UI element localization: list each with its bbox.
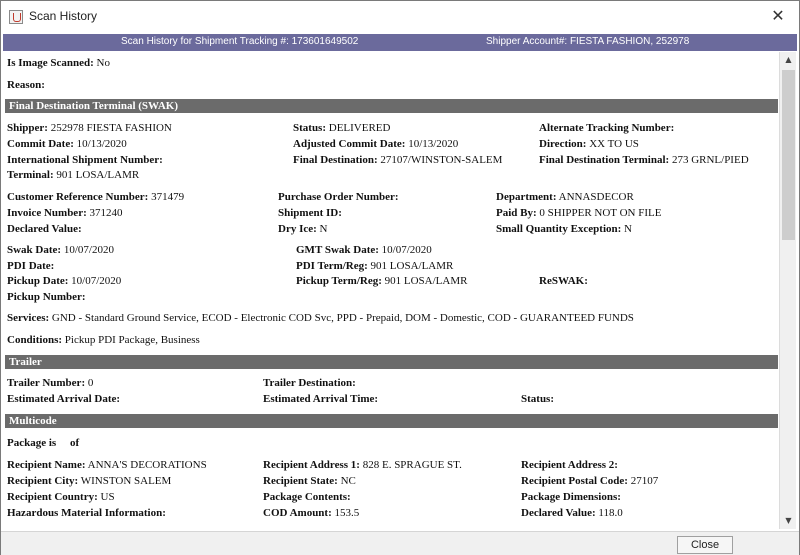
shipper-account-text: Shipper Account#: FIESTA FASHION, 252978 bbox=[486, 36, 690, 47]
pickup-term-field: Pickup Term/Reg: 901 LOSA/LAMR bbox=[296, 275, 468, 287]
cod-amount-field: COD Amount: 153.5 bbox=[263, 507, 360, 519]
dry-ice-field: Dry Ice: N bbox=[278, 223, 328, 235]
est-arrival-date-field: Estimated Arrival Date: bbox=[7, 393, 121, 405]
reswak-field: ReSWAK: bbox=[539, 275, 588, 287]
section-header-multicode: Multicode bbox=[5, 414, 778, 428]
field-label: Reason: bbox=[7, 79, 45, 91]
scroll-down-icon[interactable]: ▼ bbox=[780, 513, 797, 529]
alt-tracking-field: Alternate Tracking Number: bbox=[539, 122, 675, 134]
pdi-date-field: PDI Date: bbox=[7, 260, 55, 272]
scan-details-panel: Is Image Scanned: No Reason: Final Desti… bbox=[3, 52, 778, 529]
status-field: Status: DELIVERED bbox=[293, 122, 391, 134]
close-button[interactable]: Close bbox=[677, 536, 733, 554]
customer-reference-field: Customer Reference Number: 371479 bbox=[7, 191, 185, 203]
adjusted-commit-field: Adjusted Commit Date: 10/13/2020 bbox=[293, 138, 459, 150]
pdi-term-field: PDI Term/Reg: 901 LOSA/LAMR bbox=[296, 260, 454, 272]
section-header-trailer: Trailer bbox=[5, 355, 778, 369]
conditions-field: Conditions: Pickup PDI Package, Business bbox=[7, 334, 200, 346]
image-scanned-row: Is Image Scanned: No bbox=[7, 57, 110, 69]
commit-date-field: Commit Date: 10/13/2020 bbox=[7, 138, 127, 150]
invoice-number-field: Invoice Number: 371240 bbox=[7, 207, 123, 219]
scan-history-window: Scan History ✕ Scan History for Shipment… bbox=[0, 0, 800, 555]
est-arrival-time-field: Estimated Arrival Time: bbox=[263, 393, 379, 405]
paid-by-field: Paid By: 0 SHIPPER NOT ON FILE bbox=[496, 207, 662, 219]
department-field: Department: ANNASDECOR bbox=[496, 191, 634, 203]
small-quantity-field: Small Quantity Exception: N bbox=[496, 223, 632, 235]
field-value: No bbox=[96, 57, 110, 69]
reason-row: Reason: bbox=[7, 79, 45, 91]
recipient-state-field: Recipient State: NC bbox=[263, 475, 356, 487]
direction-field: Direction: XX TO US bbox=[539, 138, 639, 150]
pickup-date-field: Pickup Date: 10/07/2020 bbox=[7, 275, 122, 287]
recipient-city-field: Recipient City: WINSTON SALEM bbox=[7, 475, 172, 487]
recipient-name-field: Recipient Name: ANNA'S DECORATIONS bbox=[7, 459, 207, 471]
package-dimensions-field: Package Dimensions: bbox=[521, 491, 621, 503]
pickup-number-field: Pickup Number: bbox=[7, 291, 86, 303]
intl-shipment-field: International Shipment Number: bbox=[7, 154, 163, 166]
multicode-declared-value-field: Declared Value: 118.0 bbox=[521, 507, 623, 519]
gmt-swak-date-field: GMT Swak Date: 10/07/2020 bbox=[296, 244, 432, 256]
terminal-field: Terminal: 901 LOSA/LAMR bbox=[7, 169, 140, 181]
scroll-up-icon[interactable]: ▲ bbox=[780, 52, 797, 68]
recipient-postal-field: Recipient Postal Code: 27107 bbox=[521, 475, 659, 487]
final-destination-field: Final Destination: 27107/WINSTON-SALEM bbox=[293, 154, 503, 166]
close-icon[interactable]: ✕ bbox=[767, 6, 789, 28]
services-field: Services: GND - Standard Ground Service,… bbox=[7, 312, 634, 324]
shipment-info-bar: Scan History for Shipment Tracking #: 17… bbox=[3, 34, 797, 51]
field-label: Is Image Scanned: bbox=[7, 57, 94, 69]
purchase-order-field: Purchase Order Number: bbox=[278, 191, 399, 203]
section-header-final-destination: Final Destination Terminal (SWAK) bbox=[5, 99, 778, 113]
tracking-number-text: Scan History for Shipment Tracking #: 17… bbox=[121, 36, 359, 47]
recipient-address1-field: Recipient Address 1: 828 E. SPRAGUE ST. bbox=[263, 459, 462, 471]
trailer-status-field: Status: bbox=[521, 393, 555, 405]
scrollbar-thumb[interactable] bbox=[782, 70, 795, 240]
swak-date-field: Swak Date: 10/07/2020 bbox=[7, 244, 114, 256]
trailer-destination-field: Trailer Destination: bbox=[263, 377, 356, 389]
trailer-number-field: Trailer Number: 0 bbox=[7, 377, 94, 389]
window-title: Scan History bbox=[29, 9, 98, 23]
vertical-scrollbar[interactable]: ▲ ▼ bbox=[779, 52, 796, 529]
dialog-footer: Close bbox=[1, 531, 799, 555]
recipient-address2-field: Recipient Address 2: bbox=[521, 459, 618, 471]
package-contents-field: Package Contents: bbox=[263, 491, 351, 503]
declared-value-field: Declared Value: bbox=[7, 223, 82, 235]
recipient-country-field: Recipient Country: US bbox=[7, 491, 115, 503]
shipper-field: Shipper: 252978 FIESTA FASHION bbox=[7, 122, 172, 134]
final-destination-terminal-field: Final Destination Terminal: 273 GRNL/PIE… bbox=[539, 154, 749, 166]
shipment-id-field: Shipment ID: bbox=[278, 207, 342, 219]
package-count-field: Package is of bbox=[7, 437, 80, 449]
java-app-icon bbox=[9, 10, 23, 24]
title-bar: Scan History ✕ bbox=[1, 1, 799, 33]
hazmat-field: Hazardous Material Information: bbox=[7, 507, 166, 519]
